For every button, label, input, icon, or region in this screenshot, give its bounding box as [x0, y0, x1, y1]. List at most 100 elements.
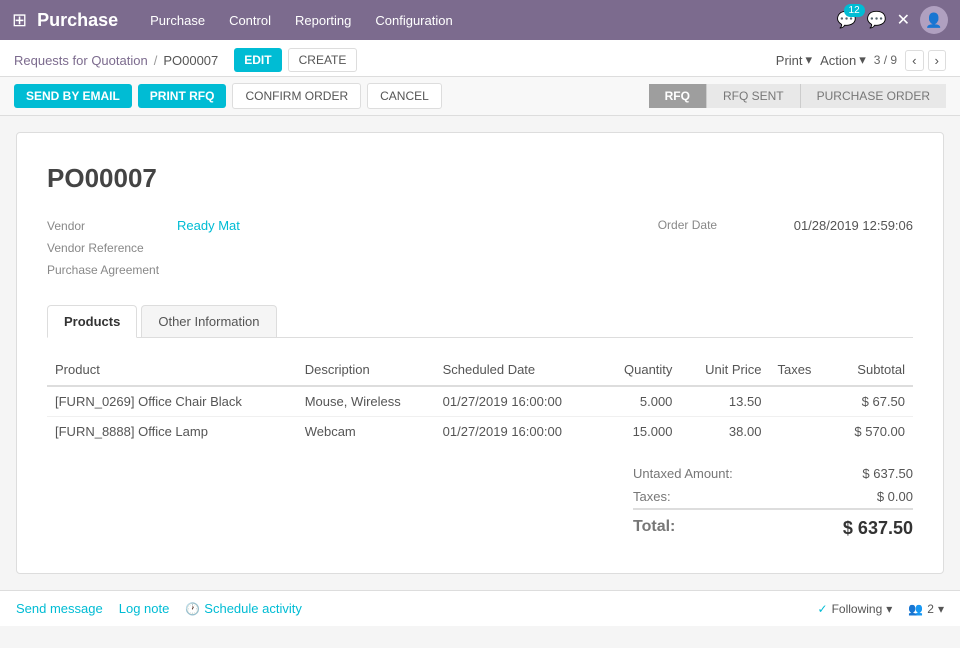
close-icon[interactable]: ✕ [897, 10, 910, 30]
confirm-order-button[interactable]: CONFIRM ORDER [232, 83, 361, 109]
nav-reporting[interactable]: Reporting [283, 0, 363, 40]
pagination: 3 / 9 ‹ › [874, 50, 946, 71]
totals-section: Untaxed Amount: $ 637.50 Taxes: $ 0.00 T… [47, 462, 913, 543]
breadcrumb-parent[interactable]: Requests for Quotation [14, 53, 148, 68]
nav-links: Purchase Control Reporting Configuration [138, 0, 465, 40]
following-chevron-icon: ▾ [886, 602, 892, 616]
footer-bar: Send message Log note 🕐 Schedule activit… [0, 590, 960, 626]
status-rfq-sent[interactable]: RFQ SENT [706, 84, 800, 108]
breadcrumb: Requests for Quotation / PO00007 [14, 53, 218, 68]
document-card: PO00007 Vendor Ready Mat Vendor Referenc… [16, 132, 944, 574]
order-date-value: 01/28/2019 12:59:06 [794, 218, 913, 233]
untaxed-value: $ 637.50 [862, 466, 913, 481]
create-button[interactable]: CREATE [288, 48, 358, 72]
product-qty-1: 5.000 [601, 386, 680, 417]
check-icon: ✓ [818, 602, 828, 616]
print-rfq-button[interactable]: PRINT RFQ [138, 84, 227, 108]
action-bar: SEND BY EMAIL PRINT RFQ CONFIRM ORDER CA… [0, 77, 960, 116]
page-count: 3 / 9 [874, 53, 897, 67]
nav-control[interactable]: Control [217, 0, 283, 40]
vendor-ref-field: Vendor Reference [47, 241, 240, 255]
chat-icon[interactable]: 💬 [867, 10, 887, 30]
status-rfq[interactable]: RFQ [649, 84, 706, 108]
next-button[interactable]: › [928, 50, 946, 71]
send-by-email-button[interactable]: SEND BY EMAIL [14, 84, 132, 108]
purchase-agreement-field: Purchase Agreement [47, 263, 240, 277]
untaxed-amount-row: Untaxed Amount: $ 637.50 [633, 462, 913, 485]
col-unit-price: Unit Price [680, 354, 769, 386]
product-taxes-2 [769, 417, 831, 447]
untaxed-label: Untaxed Amount: [633, 466, 733, 481]
app-title[interactable]: Purchase [37, 10, 118, 31]
product-taxes-1 [769, 386, 831, 417]
prev-button[interactable]: ‹ [905, 50, 923, 71]
status-bar: RFQ RFQ SENT PURCHASE ORDER [649, 84, 946, 108]
nav-configuration[interactable]: Configuration [363, 0, 464, 40]
avatar[interactable]: 👤 [920, 6, 948, 34]
print-chevron-icon: ▾ [806, 52, 813, 68]
product-subtotal-2: $ 570.00 [831, 417, 913, 447]
col-subtotal: Subtotal [831, 354, 913, 386]
app-grid-icon[interactable]: ⊞ [12, 10, 27, 31]
action-chevron-icon: ▾ [859, 52, 866, 68]
followers-icon: 👥 [908, 602, 923, 616]
taxes-row: Taxes: $ 0.00 [633, 485, 913, 508]
col-taxes: Taxes [769, 354, 831, 386]
followers-button[interactable]: 👥 2 ▾ [908, 602, 944, 616]
action-button[interactable]: Action ▾ [820, 52, 866, 68]
total-value: $ 637.50 [843, 518, 913, 539]
following-label: Following [832, 602, 883, 616]
vendor-field: Vendor Ready Mat [47, 218, 240, 233]
col-quantity: Quantity [601, 354, 680, 386]
product-price-1: 13.50 [680, 386, 769, 417]
totals-table: Untaxed Amount: $ 637.50 Taxes: $ 0.00 T… [633, 462, 913, 543]
vendor-ref-label: Vendor Reference [47, 241, 167, 255]
product-date-2: 01/27/2019 16:00:00 [435, 417, 602, 447]
action-label: Action [820, 53, 856, 68]
send-message-button[interactable]: Send message [16, 601, 103, 616]
taxes-value: $ 0.00 [877, 489, 913, 504]
footer-right: ✓ Following ▾ 👥 2 ▾ [818, 602, 944, 616]
notification-badge: 12 [844, 4, 865, 17]
followers-count: 2 [927, 602, 934, 616]
cancel-button[interactable]: CANCEL [367, 83, 442, 109]
status-purchase-order[interactable]: PURCHASE ORDER [800, 84, 946, 108]
table-row: [FURN_8888] Office Lamp Webcam 01/27/201… [47, 417, 913, 447]
log-note-button[interactable]: Log note [119, 601, 170, 616]
status-steps: RFQ RFQ SENT PURCHASE ORDER [649, 84, 946, 108]
top-navigation: ⊞ Purchase Purchase Control Reporting Co… [0, 0, 960, 40]
breadcrumb-separator: / [154, 53, 158, 68]
breadcrumb-bar: Requests for Quotation / PO00007 EDIT CR… [0, 40, 960, 77]
tab-products[interactable]: Products [47, 305, 137, 338]
main-content: PO00007 Vendor Ready Mat Vendor Referenc… [0, 116, 960, 590]
product-name-2[interactable]: [FURN_8888] Office Lamp [47, 417, 297, 447]
product-subtotal-1: $ 67.50 [831, 386, 913, 417]
following-button[interactable]: ✓ Following ▾ [818, 602, 893, 616]
breadcrumb-current: PO00007 [163, 53, 218, 68]
taxes-label: Taxes: [633, 489, 671, 504]
nav-right: 💬 12 💬 ✕ 👤 [837, 6, 948, 34]
product-name-1[interactable]: [FURN_0269] Office Chair Black [47, 386, 297, 417]
table-row: [FURN_0269] Office Chair Black Mouse, Wi… [47, 386, 913, 417]
followers-chevron-icon: ▾ [938, 602, 944, 616]
purchase-agreement-label: Purchase Agreement [47, 263, 167, 277]
print-button[interactable]: Print ▾ [776, 52, 812, 68]
products-table: Product Description Scheduled Date Quant… [47, 354, 913, 446]
product-desc-1: Mouse, Wireless [297, 386, 435, 417]
document-number: PO00007 [47, 163, 913, 194]
product-price-2: 38.00 [680, 417, 769, 447]
col-description: Description [297, 354, 435, 386]
order-date-label: Order Date [658, 218, 778, 232]
order-date-section: Order Date 01/28/2019 12:59:06 [658, 218, 913, 285]
nav-purchase[interactable]: Purchase [138, 0, 217, 40]
clock-icon: 🕐 [185, 602, 200, 616]
total-label: Total: [633, 518, 675, 539]
notification-icon[interactable]: 💬 12 [837, 10, 857, 30]
total-row: Total: $ 637.50 [633, 508, 913, 543]
product-qty-2: 15.000 [601, 417, 680, 447]
edit-button[interactable]: EDIT [234, 48, 281, 72]
schedule-activity-button[interactable]: Schedule activity [204, 601, 302, 616]
print-label: Print [776, 53, 803, 68]
tab-other-information[interactable]: Other Information [141, 305, 276, 337]
vendor-value[interactable]: Ready Mat [177, 218, 240, 233]
